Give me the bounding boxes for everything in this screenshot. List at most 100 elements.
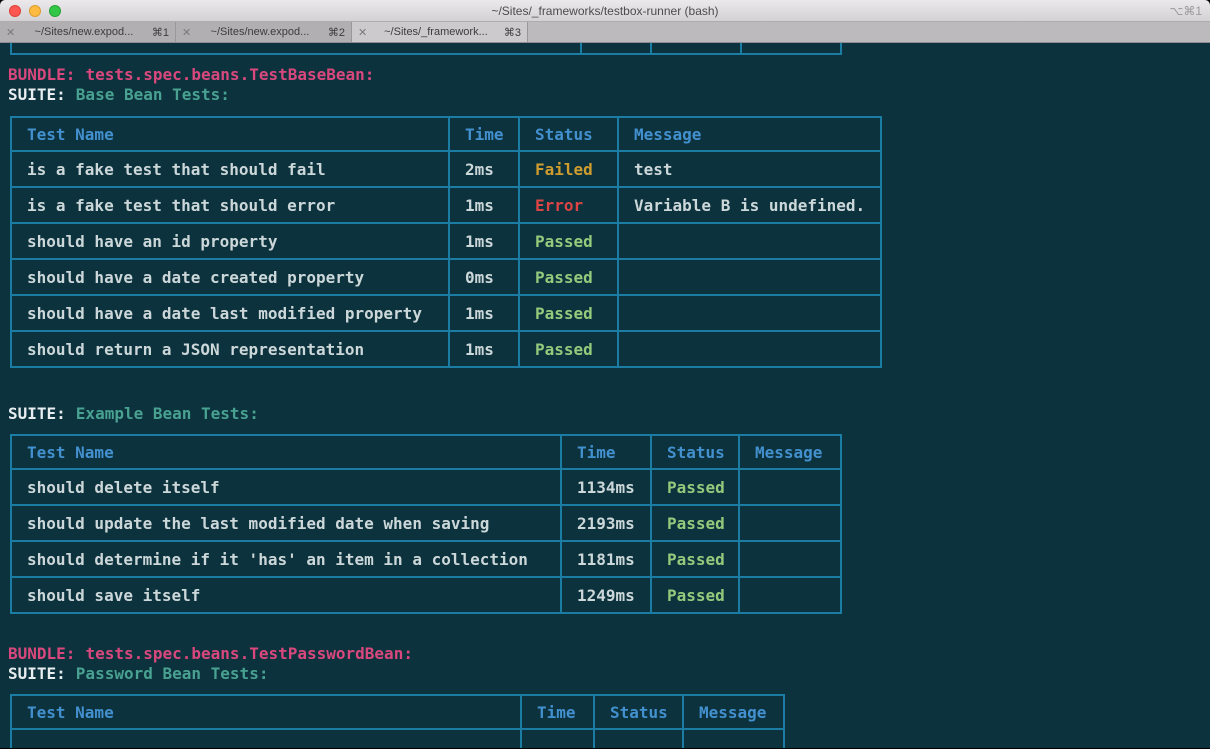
tab-close-icon[interactable]: ✕ — [182, 26, 196, 39]
tab-label: ~/Sites/new.expod... — [196, 26, 324, 38]
test-name-cell: should have a date created property — [11, 259, 449, 295]
status-cell: Passed — [519, 223, 618, 259]
bundle-name: tests.spec.beans.TestPasswordBean: — [85, 644, 413, 664]
column-header-test-name: Test Name — [11, 117, 449, 151]
column-header-message: Message — [618, 117, 881, 151]
message-cell — [618, 223, 881, 259]
suite-label: SUITE: — [8, 85, 66, 105]
password-bean-results-table: Test Name Time Status Message — [10, 694, 785, 748]
tab-close-icon[interactable]: ✕ — [6, 26, 20, 39]
tab-bar: ✕ ~/Sites/new.expod... ⌘1 ✕ ~/Sites/new.… — [0, 22, 1210, 43]
suite-line: SUITE: Password Bean Tests: — [8, 664, 413, 684]
test-name-cell: should update the last modified date whe… — [11, 505, 561, 541]
test-name-cell — [11, 729, 521, 748]
time-cell: 2193ms — [561, 505, 651, 541]
message-cell — [618, 295, 881, 331]
base-bean-results-table: Test Name Time Status Message is a fake … — [10, 116, 882, 368]
test-result-row: should have a date last modified propert… — [11, 295, 881, 331]
message-cell — [739, 577, 841, 613]
bundle-line: BUNDLE: tests.spec.beans.TestPasswordBea… — [8, 644, 413, 664]
test-result-row: should return a JSON representation 1ms … — [11, 331, 881, 367]
column-header-time: Time — [521, 695, 594, 729]
tab-bar-filler — [528, 22, 1210, 42]
time-cell — [521, 729, 594, 748]
terminal-screen[interactable]: BUNDLE: tests.spec.beans.TestBaseBean: S… — [0, 43, 1210, 748]
tab-1[interactable]: ✕ ~/Sites/new.expod... ⌘1 — [0, 22, 176, 42]
tab-label: ~/Sites/new.expod... — [20, 26, 148, 38]
message-cell — [739, 541, 841, 577]
message-cell: Variable B is undefined. — [618, 187, 881, 223]
message-cell: test — [618, 151, 881, 187]
test-result-row: is a fake test that should error 1ms Err… — [11, 187, 881, 223]
window-title: ~/Sites/_frameworks/testbox-runner (bash… — [0, 4, 1210, 18]
time-cell: 2ms — [449, 151, 519, 187]
tab-close-icon[interactable]: ✕ — [358, 26, 372, 39]
test-name-cell: should determine if it 'has' an item in … — [11, 541, 561, 577]
suite-name: Example Bean Tests: — [76, 404, 259, 424]
suite-name: Base Bean Tests: — [76, 85, 230, 105]
suite-label: SUITE: — [8, 404, 66, 424]
time-cell: 1ms — [449, 331, 519, 367]
bundle-label: BUNDLE: — [8, 644, 75, 664]
column-header-time: Time — [449, 117, 519, 151]
status-cell: Passed — [519, 259, 618, 295]
window-shortcut-hint: ⌥⌘1 — [1169, 4, 1202, 18]
column-header-test-name: Test Name — [11, 695, 521, 729]
clipped-cell — [580, 43, 650, 53]
column-header-time: Time — [561, 435, 651, 469]
status-cell: Failed — [519, 151, 618, 187]
message-cell — [683, 729, 784, 748]
status-cell — [594, 729, 683, 748]
suite-line: SUITE: Example Bean Tests: — [8, 404, 259, 424]
clipped-cell — [10, 43, 580, 53]
test-name-cell: should delete itself — [11, 469, 561, 505]
tab-2[interactable]: ✕ ~/Sites/new.expod... ⌘2 — [176, 22, 352, 42]
tab-shortcut: ⌘2 — [328, 26, 345, 39]
status-cell: Passed — [651, 577, 739, 613]
test-result-row: should have an id property 1ms Passed — [11, 223, 881, 259]
column-header-status: Status — [651, 435, 739, 469]
example-bean-results-table: Test Name Time Status Message should del… — [10, 434, 842, 614]
time-cell: 1ms — [449, 295, 519, 331]
column-header-status: Status — [519, 117, 618, 151]
bundle-label: BUNDLE: — [8, 65, 75, 85]
status-cell: Passed — [651, 469, 739, 505]
table-header-row: Test Name Time Status Message — [11, 117, 881, 151]
status-cell: Error — [519, 187, 618, 223]
status-cell: Passed — [519, 295, 618, 331]
status-cell: Passed — [651, 541, 739, 577]
column-header-message: Message — [739, 435, 841, 469]
time-cell: 1ms — [449, 187, 519, 223]
test-name-cell: is a fake test that should error — [11, 187, 449, 223]
bundle-name: tests.spec.beans.TestBaseBean: — [85, 65, 374, 85]
terminal-window: ~/Sites/_frameworks/testbox-runner (bash… — [0, 0, 1210, 749]
message-cell — [739, 469, 841, 505]
message-cell — [618, 259, 881, 295]
column-header-status: Status — [594, 695, 683, 729]
test-result-row: should determine if it 'has' an item in … — [11, 541, 841, 577]
table-header-row: Test Name Time Status Message — [11, 435, 841, 469]
test-result-row: should have a date created property 0ms … — [11, 259, 881, 295]
bundle-line: BUNDLE: tests.spec.beans.TestBaseBean: — [8, 65, 374, 85]
time-cell: 1134ms — [561, 469, 651, 505]
window-titlebar[interactable]: ~/Sites/_frameworks/testbox-runner (bash… — [0, 0, 1210, 22]
suite-line: SUITE: Base Bean Tests: — [8, 85, 374, 105]
test-result-row: should save itself 1249ms Passed — [11, 577, 841, 613]
time-cell: 1249ms — [561, 577, 651, 613]
test-name-cell: should have an id property — [11, 223, 449, 259]
status-cell: Passed — [651, 505, 739, 541]
clipped-table-bottom — [10, 43, 842, 55]
suite-label: SUITE: — [8, 664, 66, 684]
tab-shortcut: ⌘3 — [504, 26, 521, 39]
column-header-message: Message — [683, 695, 784, 729]
test-name-cell: should return a JSON representation — [11, 331, 449, 367]
column-header-test-name: Test Name — [11, 435, 561, 469]
clipped-cell — [740, 43, 840, 53]
test-name-cell: should have a date last modified propert… — [11, 295, 449, 331]
message-cell — [618, 331, 881, 367]
test-name-cell: should save itself — [11, 577, 561, 613]
tab-3-active[interactable]: ✕ ~/Sites/_framework... ⌘3 — [352, 22, 528, 42]
test-result-row-clipped — [11, 729, 784, 748]
time-cell: 1ms — [449, 223, 519, 259]
time-cell: 0ms — [449, 259, 519, 295]
